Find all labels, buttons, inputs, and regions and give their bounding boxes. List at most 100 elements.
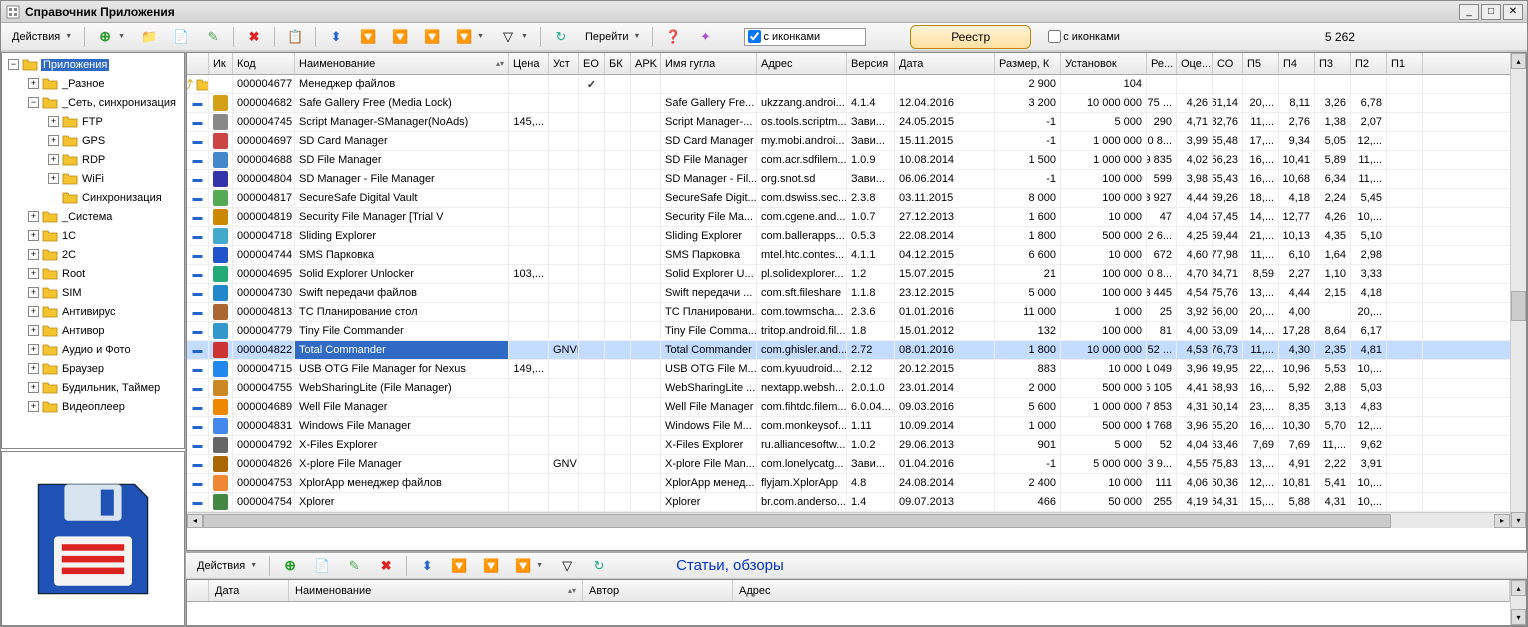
tree-node[interactable]: +RDP [4,150,182,169]
col-size[interactable]: Размер, К [995,53,1061,74]
expand-toggle[interactable]: + [28,325,39,336]
expand-toggle[interactable]: + [28,211,39,222]
detail-filter3-button[interactable]: 🔽▼ [508,555,550,577]
expand-toggle[interactable]: + [28,249,39,260]
tree-node[interactable]: +_Система [4,207,182,226]
add-button[interactable]: ⊕▼ [90,26,132,48]
col-p2[interactable]: П2 [1351,53,1387,74]
tree-node[interactable]: −_Сеть, синхронизация [4,93,182,112]
goto-menu[interactable]: Перейти ▼ [578,28,648,46]
filter3-button[interactable]: 🔽 [417,26,447,48]
col-bk[interactable]: БК [605,53,631,74]
icons-check-2[interactable] [1048,30,1061,43]
copy-button[interactable]: 📄 [166,26,196,48]
tree-node[interactable]: +Будильник, Таймер [4,378,182,397]
icons-checkbox-1[interactable]: с иконками [744,28,866,46]
grid-row[interactable]: ▬000004715USB OTG File Manager for Nexus… [187,360,1510,379]
grid-row[interactable]: ▬000004744SMS ПарковкаSMS Парковкаmtel.h… [187,246,1510,265]
grid-row[interactable]: ▬000004755WebSharingLite (File Manager)W… [187,379,1510,398]
grid-row[interactable]: ▬000004730Swift передачи файловSwift пер… [187,284,1510,303]
hierarchy-button[interactable]: ⬍ [321,26,351,48]
tree-node[interactable]: +Аудио и Фото [4,340,182,359]
tree-node[interactable]: −Приложения [4,55,182,74]
col-re[interactable]: Ре... [1147,53,1177,74]
col-p1[interactable]: П1 [1387,53,1423,74]
expand-toggle[interactable]: + [48,173,59,184]
tree-node[interactable]: +Браузер [4,359,182,378]
grid-row[interactable]: ▬000004718Sliding ExplorerSliding Explor… [187,227,1510,246]
col-icon[interactable]: Ик [209,53,233,74]
move-button[interactable]: 📋 [280,26,310,48]
expand-toggle[interactable]: + [28,230,39,241]
detail-grid-body[interactable] [187,602,1510,625]
col-addr[interactable]: Адрес [757,53,847,74]
grid-row[interactable]: ▬000004695Solid Explorer Unlocker103,...… [187,265,1510,284]
grid-body[interactable]: ⤴000004677Менеджер файлов2 900104▬000004… [187,75,1510,512]
maximize-button[interactable]: □ [1481,4,1501,20]
tree-node[interactable]: +SIM [4,283,182,302]
grid-row[interactable]: ▬000004831Windows File ManagerWindows Fi… [187,417,1510,436]
grid-hscroll[interactable]: ◂ ▸ [187,512,1510,528]
col-installs[interactable]: Установок [1061,53,1147,74]
grid-row[interactable]: ▬000004689Well File ManagerWell File Man… [187,398,1510,417]
col-rate[interactable]: Оце... [1177,53,1213,74]
refresh-button[interactable]: ↻ [546,26,576,48]
grid-row[interactable]: ▬000004754XplorerXplorerbr.com.anderso..… [187,493,1510,512]
tree-node[interactable]: Синхронизация [4,188,182,207]
expand-toggle[interactable]: + [28,268,39,279]
scroll-left-button[interactable]: ◂ [187,514,203,528]
col-p3[interactable]: П3 [1315,53,1351,74]
grid-row[interactable]: ▬000004745Script Manager-SManager(NoAds)… [187,113,1510,132]
tree-node[interactable]: +Root [4,264,182,283]
clear-filter-button[interactable]: ▽▼ [493,26,535,48]
expand-toggle[interactable]: + [48,116,59,127]
col-date[interactable]: Дата [895,53,995,74]
tree-node[interactable]: +Видеоплеер [4,397,182,416]
icons-check-1[interactable] [748,30,761,43]
grid-row[interactable]: ▬000004813TC Планирование столTC Планиро… [187,303,1510,322]
vscroll-thumb[interactable] [1511,291,1526,321]
scroll-up-button[interactable]: ▴ [1511,53,1526,69]
detail-copy-button[interactable]: 📄 [307,555,337,577]
grid-row[interactable]: ▬000004753XplorApp менеджер файловXplorA… [187,474,1510,493]
detail-vscroll[interactable]: ▴ ▾ [1510,580,1526,625]
delete-button[interactable]: ✖ [239,26,269,48]
grid-row[interactable]: ▬000004822Total CommanderGNVFTotal Comma… [187,341,1510,360]
grid-row[interactable]: ▬000004804SD Manager - File ManagerSD Ma… [187,170,1510,189]
detail-col-author[interactable]: Автор [583,580,733,601]
col-ver[interactable]: Версия [847,53,895,74]
tree-node[interactable]: +WiFi [4,169,182,188]
detail-add-button[interactable]: ⊕ [275,555,305,577]
detail-refresh-button[interactable]: ↻ [584,555,614,577]
detail-clear-filter-button[interactable]: ▽ [552,555,582,577]
hscroll-thumb[interactable] [203,514,1391,528]
grid-row[interactable]: ▬000004682Safe Gallery Free (Media Lock)… [187,94,1510,113]
expand-toggle[interactable]: + [28,401,39,412]
grid-row[interactable]: ▬000004819Security File Manager [Trial V… [187,208,1510,227]
grid-row[interactable]: ▬000004817SecureSafe Digital VaultSecure… [187,189,1510,208]
col-co[interactable]: СО [1213,53,1243,74]
detail-actions-menu[interactable]: Действия ▼ [190,557,264,575]
add-folder-button[interactable]: 📁 [134,26,164,48]
tree-node[interactable]: +GPS [4,131,182,150]
registry-button[interactable]: Реестр [910,25,1031,49]
col-name[interactable]: Наименование▴▾ [295,53,509,74]
expand-toggle[interactable]: + [28,344,39,355]
help-button[interactable]: ❓ [658,26,688,48]
tree-node[interactable]: +Антивирус [4,302,182,321]
minimize-button[interactable]: _ [1459,4,1479,20]
detail-edit-button[interactable]: ✎ [339,555,369,577]
scroll-down-button[interactable]: ▾ [1511,512,1526,528]
expand-toggle[interactable]: + [28,306,39,317]
grid-row[interactable]: ▬000004697SD Card ManagerSD Card Manager… [187,132,1510,151]
col-code[interactable]: Код [233,53,295,74]
col-google[interactable]: Имя гугла [661,53,757,74]
col-apk[interactable]: АРK [631,53,661,74]
expand-toggle[interactable]: + [28,287,39,298]
tree-hscroll[interactable] [2,448,184,449]
tree[interactable]: −Приложения+_Разное−_Сеть, синхронизация… [2,53,184,448]
tree-node[interactable]: +Антивор [4,321,182,340]
col-eo[interactable]: ЕО [579,53,605,74]
tree-node[interactable]: +2C [4,245,182,264]
grid-row[interactable]: ▬000004826X-plore File ManagerGNVX-plore… [187,455,1510,474]
